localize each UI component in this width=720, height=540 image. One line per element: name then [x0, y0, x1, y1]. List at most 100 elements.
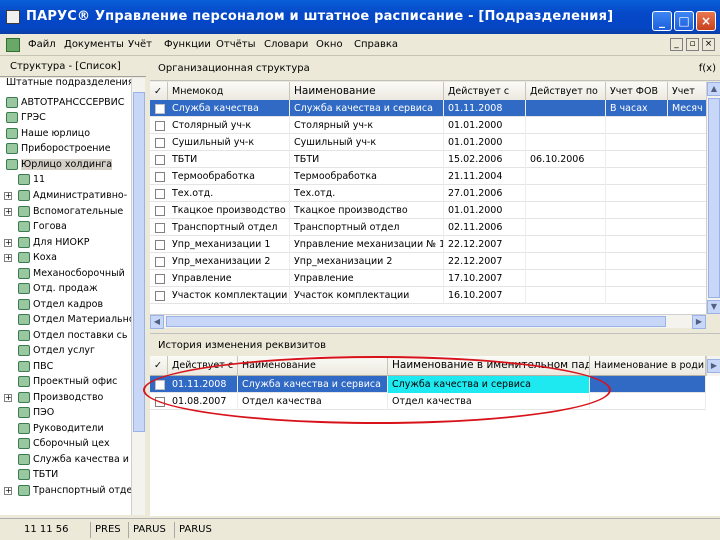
scroll-up-icon[interactable]: ▲ [707, 82, 720, 96]
row-checkbox[interactable] [155, 223, 165, 233]
table-row[interactable]: ТБТИ ТБТИ 15.02.2006 06.10.2006 [150, 151, 706, 168]
vertical-scrollbar[interactable]: ▲ ▼ [706, 82, 720, 314]
menu-documents[interactable]: Документы [64, 39, 124, 50]
menu-dictionaries[interactable]: Словари [264, 39, 308, 50]
row-checkbox[interactable] [155, 291, 165, 301]
table-cell-editing[interactable]: Служба качества и сервиса [388, 376, 590, 393]
table-row[interactable]: Термообработка Термообработка 21.11.2004 [150, 168, 706, 185]
row-checkbox[interactable] [155, 104, 165, 114]
tree-item[interactable]: АВТОТРАНСССЕРВИС [6, 95, 124, 110]
tree-item-selected[interactable]: Юрлицо холдинга [6, 157, 113, 172]
tree-item[interactable]: Штатные подразделения [6, 78, 131, 90]
column-header[interactable]: Действует с ↓ [168, 356, 238, 376]
table-row[interactable]: Транспортный отдел Транспортный отдел 02… [150, 219, 706, 236]
scroll-left-icon[interactable]: ◀ [150, 315, 164, 329]
tree-item[interactable]: Коха [18, 250, 57, 265]
tree-item[interactable]: ГРЭС [6, 110, 46, 125]
tree-item[interactable]: Отдел услуг [18, 343, 95, 358]
row-checkbox[interactable] [155, 380, 165, 390]
tree-item[interactable]: Производство [18, 390, 103, 405]
table-row[interactable]: Служба качества Служба качества и сервис… [150, 100, 708, 117]
table-row[interactable]: Упр_механизации 1 Управление механизации… [150, 236, 706, 253]
table-row[interactable]: Столярный уч-к Столярный уч-к 01.01.2000 [150, 117, 706, 134]
menu-reports[interactable]: Отчёты [216, 39, 255, 50]
tree-item[interactable]: Гогова [18, 219, 67, 234]
mdi-minimize-button[interactable]: _ [670, 38, 683, 51]
history-grid[interactable]: ✓ Действует с ↓ Наименование Наименовани… [150, 356, 720, 516]
scroll-thumb[interactable] [708, 98, 720, 298]
tree-item[interactable]: ТБТИ [18, 467, 58, 482]
scroll-right-icon[interactable]: ▶ [692, 315, 706, 329]
table-row[interactable]: Участок комплектации Участок комплектаци… [150, 287, 706, 304]
table-row[interactable]: Тех.отд. Тех.отд. 27.01.2006 [150, 185, 706, 202]
column-header[interactable]: Наименование [290, 82, 444, 101]
scroll-right-icon[interactable]: ▶ [707, 359, 720, 373]
tree-item[interactable]: Отдел Материально [18, 312, 131, 327]
mdi-restore-button[interactable]: ▫ [686, 38, 699, 51]
tree-item[interactable]: Механосборочный [18, 266, 125, 281]
column-header[interactable]: Учет [668, 82, 708, 101]
tree-item[interactable]: Руководители [18, 421, 104, 436]
scroll-thumb[interactable] [133, 92, 145, 432]
tree-item[interactable]: Приборостроение [6, 141, 111, 156]
structure-tree[interactable]: Штатные подразделения АВТОТРАНСССЕРВИС Г… [0, 78, 131, 515]
expand-icon[interactable]: + [4, 394, 12, 402]
check-column-header[interactable]: ✓ [150, 356, 168, 376]
tree-item[interactable]: Служба качества и [18, 452, 129, 467]
column-header[interactable]: Действует с [444, 82, 526, 101]
check-column-header[interactable]: ✓ [150, 82, 168, 101]
expand-icon[interactable]: + [4, 487, 12, 495]
expand-icon[interactable]: + [4, 192, 12, 200]
tree-item[interactable]: Отд. продаж [18, 281, 98, 296]
table-row[interactable]: 01.11.2008 Служба качества и сервиса Слу… [150, 376, 706, 393]
column-header[interactable]: Учет ФОВ [606, 82, 668, 101]
menu-window[interactable]: Окно [316, 39, 343, 50]
tree-item[interactable]: ПВС [18, 359, 53, 374]
formula-icon[interactable]: f(x) [699, 63, 716, 74]
close-button[interactable]: × [696, 11, 716, 31]
column-header[interactable]: Мнемокод [168, 82, 290, 101]
expand-icon[interactable]: + [4, 208, 12, 216]
scroll-down-icon[interactable]: ▼ [707, 300, 720, 314]
table-row[interactable]: Сушильный уч-к Сушильный уч-к 01.01.2000 [150, 134, 706, 151]
row-checkbox[interactable] [155, 172, 165, 182]
row-checkbox[interactable] [155, 274, 165, 284]
menu-help[interactable]: Справка [354, 39, 398, 50]
menu-accounting[interactable]: Учёт [128, 39, 152, 50]
row-checkbox[interactable] [155, 155, 165, 165]
row-checkbox[interactable] [155, 138, 165, 148]
tree-item[interactable]: Сборочный цех [18, 436, 110, 451]
column-header[interactable]: Наименование [238, 356, 388, 376]
row-checkbox[interactable] [155, 189, 165, 199]
row-checkbox[interactable] [155, 397, 165, 407]
tree-item[interactable]: Отдел поставки сь [18, 328, 127, 343]
row-checkbox[interactable] [155, 206, 165, 216]
tree-item[interactable]: ПЭО [18, 405, 54, 420]
table-row[interactable]: Управление Управление 17.10.2007 [150, 270, 706, 287]
tree-item[interactable]: Для НИОКР [18, 235, 89, 250]
row-checkbox[interactable] [155, 240, 165, 250]
org-structure-grid[interactable]: ✓ Мнемокод Наименование Действует с Дейс… [150, 82, 720, 314]
column-header[interactable]: Действует по [526, 82, 606, 101]
column-header[interactable]: Наименование в именительном паде [388, 356, 590, 376]
document-icon[interactable] [6, 38, 20, 52]
menu-functions[interactable]: Функции [164, 39, 211, 50]
tree-item[interactable]: Вспомогательные [18, 204, 123, 219]
tree-item[interactable]: Проектный офис [18, 374, 117, 389]
tree-item[interactable]: Отдел кадров [18, 297, 103, 312]
mdi-close-button[interactable]: × [702, 38, 715, 51]
scroll-thumb[interactable] [166, 316, 666, 327]
row-checkbox[interactable] [155, 121, 165, 131]
horizontal-scrollbar[interactable]: ◀ ▶ [150, 314, 706, 329]
tree-scrollbar[interactable] [131, 78, 145, 515]
table-row[interactable]: 01.08.2007 Отдел качества Отдел качества [150, 393, 706, 410]
tree-item[interactable]: Наше юрлицо [6, 126, 90, 141]
expand-icon[interactable]: + [4, 254, 12, 262]
tree-item[interactable]: Административно- [18, 188, 127, 203]
vertical-scrollbar[interactable]: ▶ [706, 356, 720, 376]
menu-file[interactable]: Файл [28, 39, 56, 50]
table-row[interactable]: Упр_механизации 2 Упр_механизации 2 22.1… [150, 253, 706, 270]
table-row[interactable]: Ткацкое производство Ткацкое производств… [150, 202, 706, 219]
expand-icon[interactable]: + [4, 239, 12, 247]
maximize-button[interactable]: □ [674, 11, 694, 31]
